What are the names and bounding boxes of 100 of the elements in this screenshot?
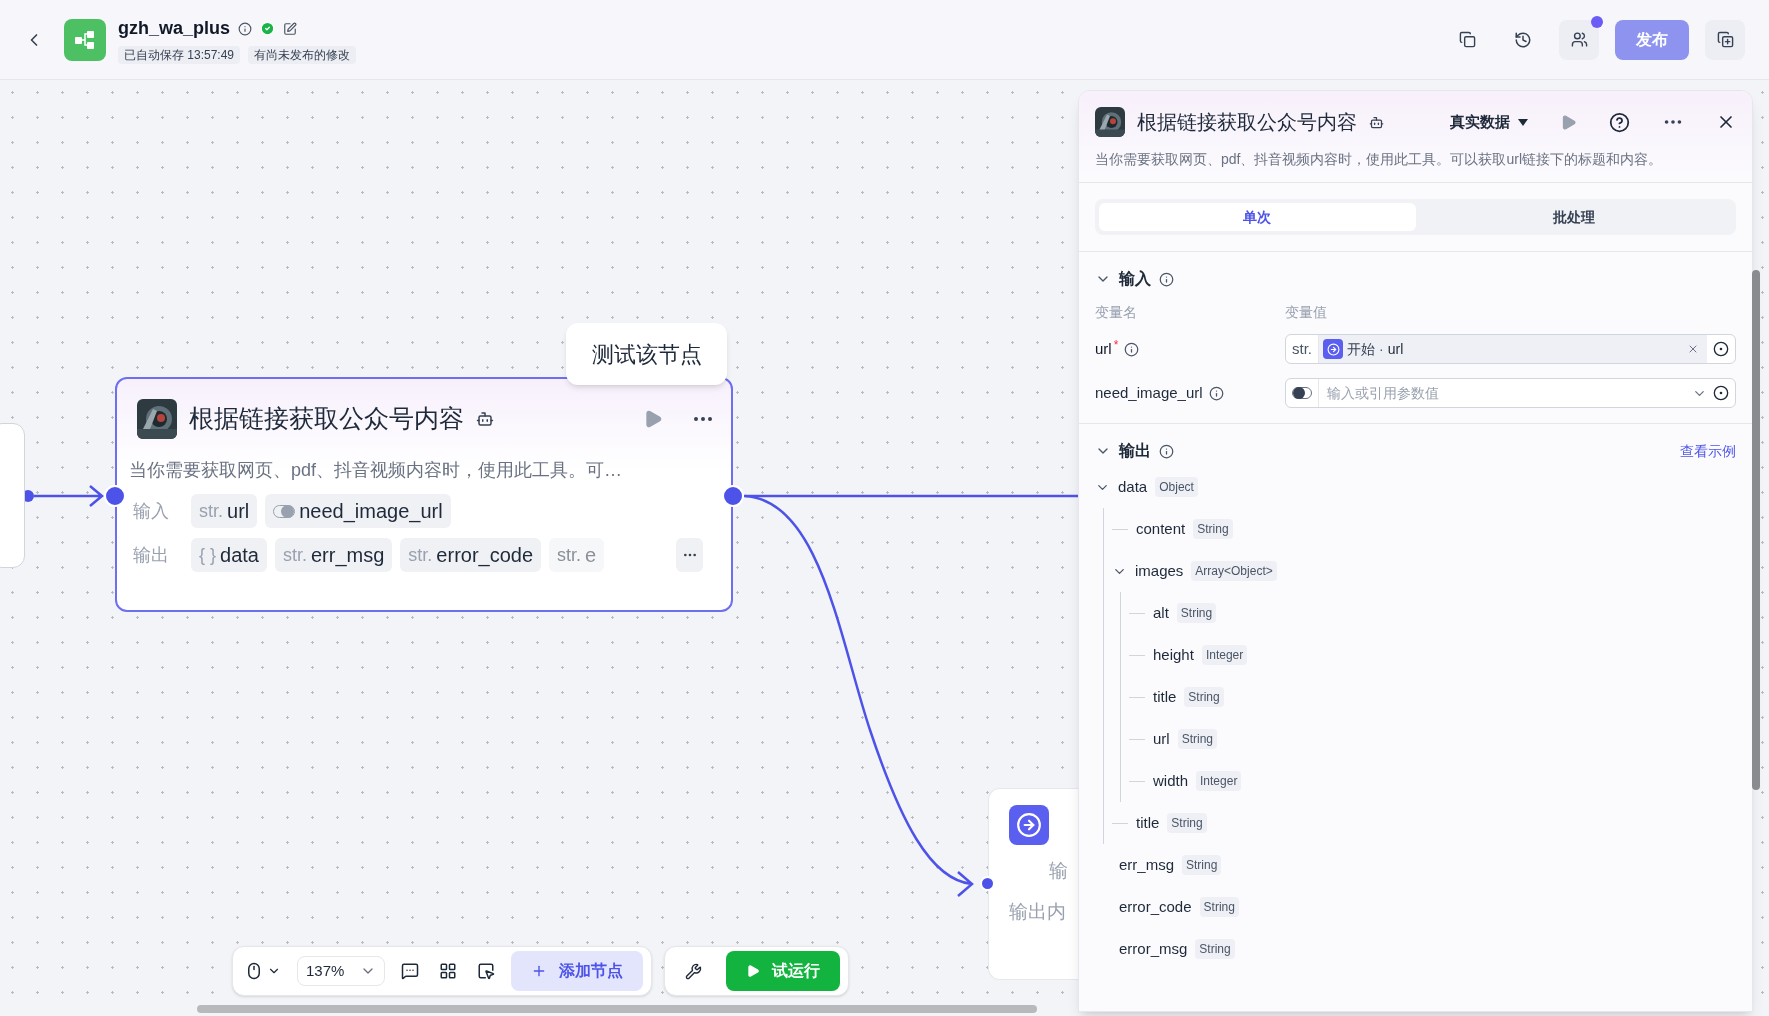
field-name: error_msg [1119,938,1188,959]
param-name: e [585,543,597,568]
unpublished-tag: 有尚未发布的修改 [248,46,357,64]
input-port[interactable] [104,485,126,507]
output-label: 输出 [133,543,170,567]
variable-icon[interactable] [1713,385,1729,401]
type-tag: Array<Object> [1191,561,1277,581]
vertical-scrollbar[interactable] [1752,270,1760,790]
node-card[interactable]: 根据链接获取公众号内容 当你需要获取网页、pdf、抖音视频内容时，使用此工具。可… 输入 str. url need_image_url 输出 { } data str. err_msg str. error_code str. e [115,377,733,612]
info-icon [1208,385,1224,401]
pointer-icon[interactable] [477,962,496,980]
column-header: 变量值 [1285,303,1327,322]
type-prefix: { } [199,543,217,567]
grid-layout-icon[interactable] [439,962,458,980]
param-name: err_msg [311,543,385,569]
required-mark: * [1113,337,1119,354]
test-run-label: 试运行 [772,961,821,981]
mouse-icon[interactable] [245,962,263,980]
output-port[interactable] [722,485,744,507]
type-tag: Integer [1201,645,1248,665]
field-name: data [1118,476,1148,497]
autosave-tag: 已自动保存 13:57:49 [118,46,241,64]
param-name: error_code [436,543,534,569]
data-mode-label: 真实数据 [1450,111,1510,132]
type-prefix: str. [199,499,223,523]
users-icon [1570,31,1588,48]
field-name: url [1153,728,1170,749]
data-mode-dropdown[interactable]: 真实数据 [1450,110,1528,134]
field-name: err_msg [1119,854,1174,875]
mode-tab[interactable]: 批处理 [1415,203,1732,231]
type-prefix: str. [557,543,582,567]
type-tag: String [1177,729,1218,749]
section-title: 输出 [1119,441,1151,461]
badge-icon [1591,15,1603,28]
type-tag: String [1193,519,1233,539]
start-node-icon [1323,339,1343,359]
info-icon [1159,443,1174,459]
app-title: gzh_wa_plus [118,17,231,40]
history-icon[interactable] [1514,30,1532,49]
panel-title: 根据链接获取公众号内容 [1137,110,1357,135]
comment-icon[interactable] [401,962,420,980]
tooltip: 测试该节点 [566,323,727,385]
edit-icon[interactable] [283,21,298,36]
add-node-label: 添加节点 [559,961,624,981]
type-tag: String [1167,813,1207,833]
node-card[interactable] [0,423,25,568]
example-link[interactable]: 查看示例 [1680,440,1736,462]
node-title: 根据链接获取公众号内容 [189,403,464,435]
field-name: title [1153,686,1177,707]
variable-icon[interactable] [1713,341,1729,357]
field-name: title [1136,812,1160,833]
info-icon [238,21,253,36]
add-node-button[interactable]: 添加节点 [511,951,644,991]
value-field[interactable]: str. 开始 · url [1285,334,1736,364]
field-name: images [1135,560,1184,581]
node-row-label: 输出内 [1009,899,1067,924]
param-name: need_image_url [299,499,443,525]
type-tag: Integer [1196,771,1242,791]
copy-icon[interactable] [1458,31,1476,48]
field-name: height [1153,644,1194,665]
column-header: 变量名 [1095,303,1138,322]
info-icon [1124,341,1140,357]
duplicate-button[interactable] [1705,19,1745,60]
field-name: error_code [1119,896,1192,917]
node-row-label: 输 [1048,859,1069,883]
wrench-icon[interactable] [685,962,703,980]
reference-source: 开始 [1347,339,1375,359]
help-icon[interactable] [1609,111,1630,133]
type-tag: String [1195,939,1235,959]
input-label: 输入 [133,499,170,523]
caret-icon [1518,118,1528,126]
clear-icon[interactable] [1687,343,1699,355]
field-name: width [1153,770,1189,791]
output-node-icon [1009,805,1049,845]
robot-icon [476,410,494,428]
type-prefix: str. [282,543,307,567]
param-name: url [227,499,250,524]
param-name: data [220,543,259,568]
field-name: alt [1153,602,1169,623]
info-icon [1159,271,1174,287]
horizontal-scrollbar[interactable] [197,1005,1037,1013]
mode-tab[interactable]: 单次 [1099,203,1416,231]
separator: · [1379,339,1384,359]
type-tag: Object [1155,477,1198,497]
placeholder: 输入或引用参数值 [1326,383,1440,403]
param-name: url [1095,338,1112,359]
zoom-value: 137% [306,960,345,981]
type-tag: String [1176,603,1217,623]
zoom-select[interactable]: 137% [297,956,386,986]
play-icon [746,964,761,978]
type-tag: String [1182,855,1222,875]
reference-value: url [1387,339,1404,359]
app-logo-icon [64,18,106,61]
type-tag: String [1199,897,1239,917]
panel-description: 当你需要获取网页、pdf、抖音视频内容时，使用此工具。可以获取url链接下的标题和内容。 [1095,150,1664,169]
node-description: 当你需要获取网页、pdf、抖音视频内容时，使用此工具。可… [129,459,624,482]
copy-plus-icon [1716,31,1734,48]
param-name: need_image_url [1095,382,1203,403]
section-title: 输入 [1119,269,1151,289]
type-prefix: str. [408,543,433,567]
